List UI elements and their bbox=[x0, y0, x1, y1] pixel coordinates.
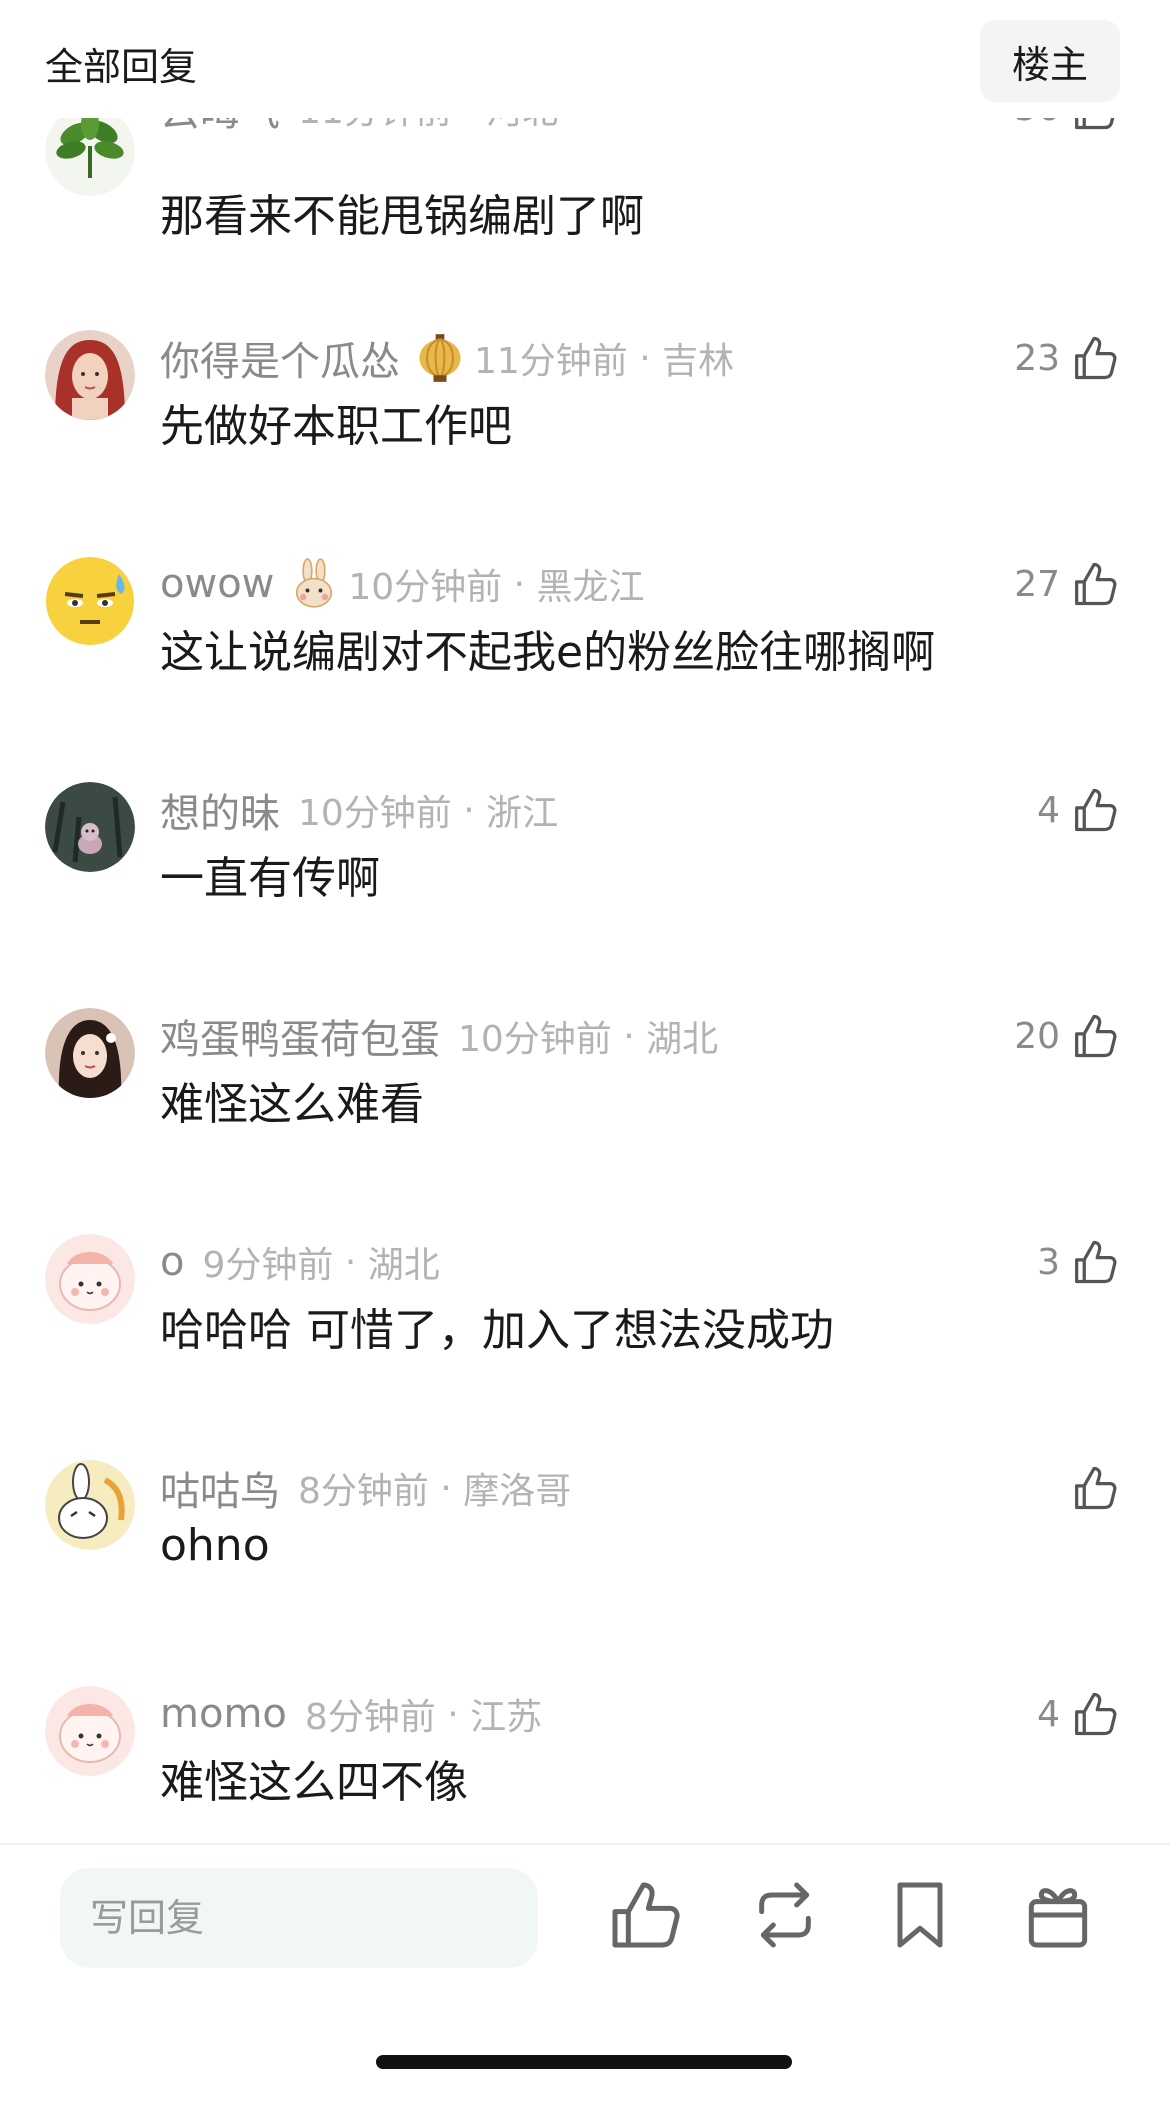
bookmark-icon[interactable] bbox=[880, 1875, 960, 1955]
like-button[interactable]: 27 bbox=[1014, 556, 1120, 612]
like-count: 23 bbox=[1014, 337, 1060, 379]
location: 江苏 bbox=[470, 1697, 543, 1738]
separator-dot: · bbox=[502, 563, 537, 605]
op-only-button[interactable]: 楼主 bbox=[980, 20, 1120, 102]
separator-dot: · bbox=[333, 1241, 368, 1283]
comment-item[interactable]: o 9分钟前 · 湖北 3 哈哈哈 可惜了，加入了想法没成功 bbox=[0, 1234, 1170, 1460]
like-count: 4 bbox=[1037, 789, 1060, 831]
location: 湖北 bbox=[646, 1019, 719, 1060]
timestamp: 11分钟前 bbox=[474, 341, 628, 382]
comment-text: 哈哈哈 可惜了，加入了想法没成功 bbox=[160, 1305, 834, 1356]
separator-dot: · bbox=[611, 1015, 647, 1057]
comment-meta: momo 8分钟前 · 江苏 bbox=[160, 1686, 542, 1742]
timestamp: 8分钟前 bbox=[298, 1471, 429, 1512]
like-count: 4 bbox=[1037, 1693, 1060, 1735]
location: 吉林 bbox=[662, 341, 735, 382]
comment-meta: 你得是个瓜怂 11分钟前 · 吉林 bbox=[160, 330, 734, 386]
thumbs-up-icon[interactable] bbox=[1068, 558, 1120, 610]
home-indicator[interactable] bbox=[376, 2055, 792, 2069]
like-button[interactable]: 4 bbox=[1037, 1686, 1120, 1742]
timestamp: 9分钟前 bbox=[202, 1245, 334, 1286]
username[interactable]: 想的昧 bbox=[160, 781, 280, 839]
avatar[interactable] bbox=[45, 1234, 135, 1324]
comment-item[interactable]: 咕咕鸟 8分钟前 · 摩洛哥 ohno bbox=[0, 1460, 1170, 1686]
location: 浙江 bbox=[486, 793, 559, 834]
comment-item[interactable]: 想的昧 10分钟前 · 浙江 4 一直有传啊 bbox=[0, 782, 1170, 1008]
bottom-bar bbox=[0, 1843, 1170, 2101]
timestamp: 10分钟前 bbox=[298, 793, 452, 834]
comment-text: 一直有传啊 bbox=[160, 853, 380, 904]
comment-list: 云晦气 11分钟前 · 河北 36 那看来不能甩锅编剧了啊 你得是个瓜怂 11分… bbox=[0, 0, 1170, 1843]
separator-dot: · bbox=[435, 1693, 471, 1735]
avatar[interactable] bbox=[45, 1686, 135, 1776]
like-button[interactable]: 20 bbox=[1014, 1008, 1120, 1064]
separator-dot: · bbox=[451, 789, 487, 831]
thumbs-up-icon[interactable] bbox=[1068, 332, 1120, 384]
username[interactable]: 咕咕鸟 bbox=[160, 1459, 280, 1517]
location: 湖北 bbox=[367, 1245, 440, 1286]
thumbs-up-icon[interactable] bbox=[1068, 784, 1120, 836]
comment-meta: 鸡蛋鸭蛋荷包蛋 10分钟前 · 湖北 bbox=[160, 1008, 718, 1064]
avatar[interactable] bbox=[45, 1460, 135, 1550]
comment-meta: o 9分钟前 · 湖北 bbox=[160, 1234, 440, 1290]
comment-text: ohno bbox=[160, 1520, 270, 1571]
like-icon[interactable] bbox=[605, 1875, 685, 1955]
like-button[interactable]: 23 bbox=[1014, 330, 1120, 386]
thumbs-up-icon[interactable] bbox=[1068, 1688, 1120, 1740]
gift-icon[interactable] bbox=[1018, 1875, 1098, 1955]
comment-item[interactable]: 鸡蛋鸭蛋荷包蛋 10分钟前 · 湖北 20 难怪这么难看 bbox=[0, 1008, 1170, 1234]
comment-meta: 咕咕鸟 8分钟前 · 摩洛哥 bbox=[160, 1460, 571, 1516]
like-count: 20 bbox=[1014, 1015, 1060, 1057]
thumbs-up-icon[interactable] bbox=[1068, 1010, 1120, 1062]
username[interactable]: o bbox=[160, 1239, 184, 1285]
username[interactable]: 你得是个瓜怂 bbox=[160, 329, 400, 387]
rabbit-badge-icon bbox=[296, 558, 333, 608]
avatar[interactable] bbox=[45, 556, 135, 646]
avatar[interactable] bbox=[45, 106, 135, 196]
comment-item[interactable]: 云晦气 11分钟前 · 河北 36 那看来不能甩锅编剧了啊 bbox=[0, 86, 1170, 336]
timestamp: 8分钟前 bbox=[304, 1697, 436, 1738]
comment-text: 难怪这么四不像 bbox=[160, 1757, 468, 1808]
repost-icon[interactable] bbox=[745, 1875, 825, 1955]
username[interactable]: owow bbox=[160, 561, 274, 607]
username[interactable]: momo bbox=[160, 1691, 287, 1737]
like-count: 3 bbox=[1037, 1241, 1060, 1283]
timestamp: 10分钟前 bbox=[458, 1019, 612, 1060]
avatar[interactable] bbox=[45, 1008, 135, 1098]
comment-text: 这让说编剧对不起我e的粉丝脸往哪搁啊 bbox=[160, 627, 936, 678]
thumbs-up-icon[interactable] bbox=[1068, 1462, 1120, 1514]
location: 黑龙江 bbox=[536, 567, 645, 608]
comment-meta: 想的昧 10分钟前 · 浙江 bbox=[160, 782, 558, 838]
like-button[interactable] bbox=[1060, 1460, 1120, 1516]
like-count: 27 bbox=[1014, 563, 1060, 605]
comment-text: 先做好本职工作吧 bbox=[160, 401, 512, 452]
avatar[interactable] bbox=[45, 330, 135, 420]
separator-dot: · bbox=[627, 337, 663, 379]
comment-item[interactable]: 你得是个瓜怂 11分钟前 · 吉林 23 先做好本职工作吧 bbox=[0, 330, 1170, 556]
username[interactable]: 鸡蛋鸭蛋荷包蛋 bbox=[160, 1007, 440, 1065]
avatar[interactable] bbox=[45, 782, 135, 872]
lantern-badge-icon bbox=[419, 334, 461, 382]
like-button[interactable]: 3 bbox=[1037, 1234, 1120, 1290]
comment-meta: owow 10分钟前 · 黑龙江 bbox=[160, 556, 645, 612]
thumbs-up-icon[interactable] bbox=[1068, 1236, 1120, 1288]
header: 全部回复 楼主 bbox=[0, 0, 1170, 118]
reply-input[interactable] bbox=[60, 1868, 538, 1968]
comment-item[interactable]: owow 10分钟前 · 黑龙江 27 这让说编剧对不起我e的粉丝脸往哪搁啊 bbox=[0, 556, 1170, 782]
timestamp: 10分钟前 bbox=[348, 567, 503, 608]
comment-text: 那看来不能甩锅编剧了啊 bbox=[160, 191, 644, 242]
separator-dot: · bbox=[428, 1467, 464, 1509]
comment-text: 难怪这么难看 bbox=[160, 1079, 424, 1130]
like-button[interactable]: 4 bbox=[1037, 782, 1120, 838]
page-title: 全部回复 bbox=[45, 45, 198, 89]
location: 摩洛哥 bbox=[463, 1471, 572, 1512]
comment-item[interactable]: momo 8分钟前 · 江苏 4 难怪这么四不像 bbox=[0, 1686, 1170, 1843]
